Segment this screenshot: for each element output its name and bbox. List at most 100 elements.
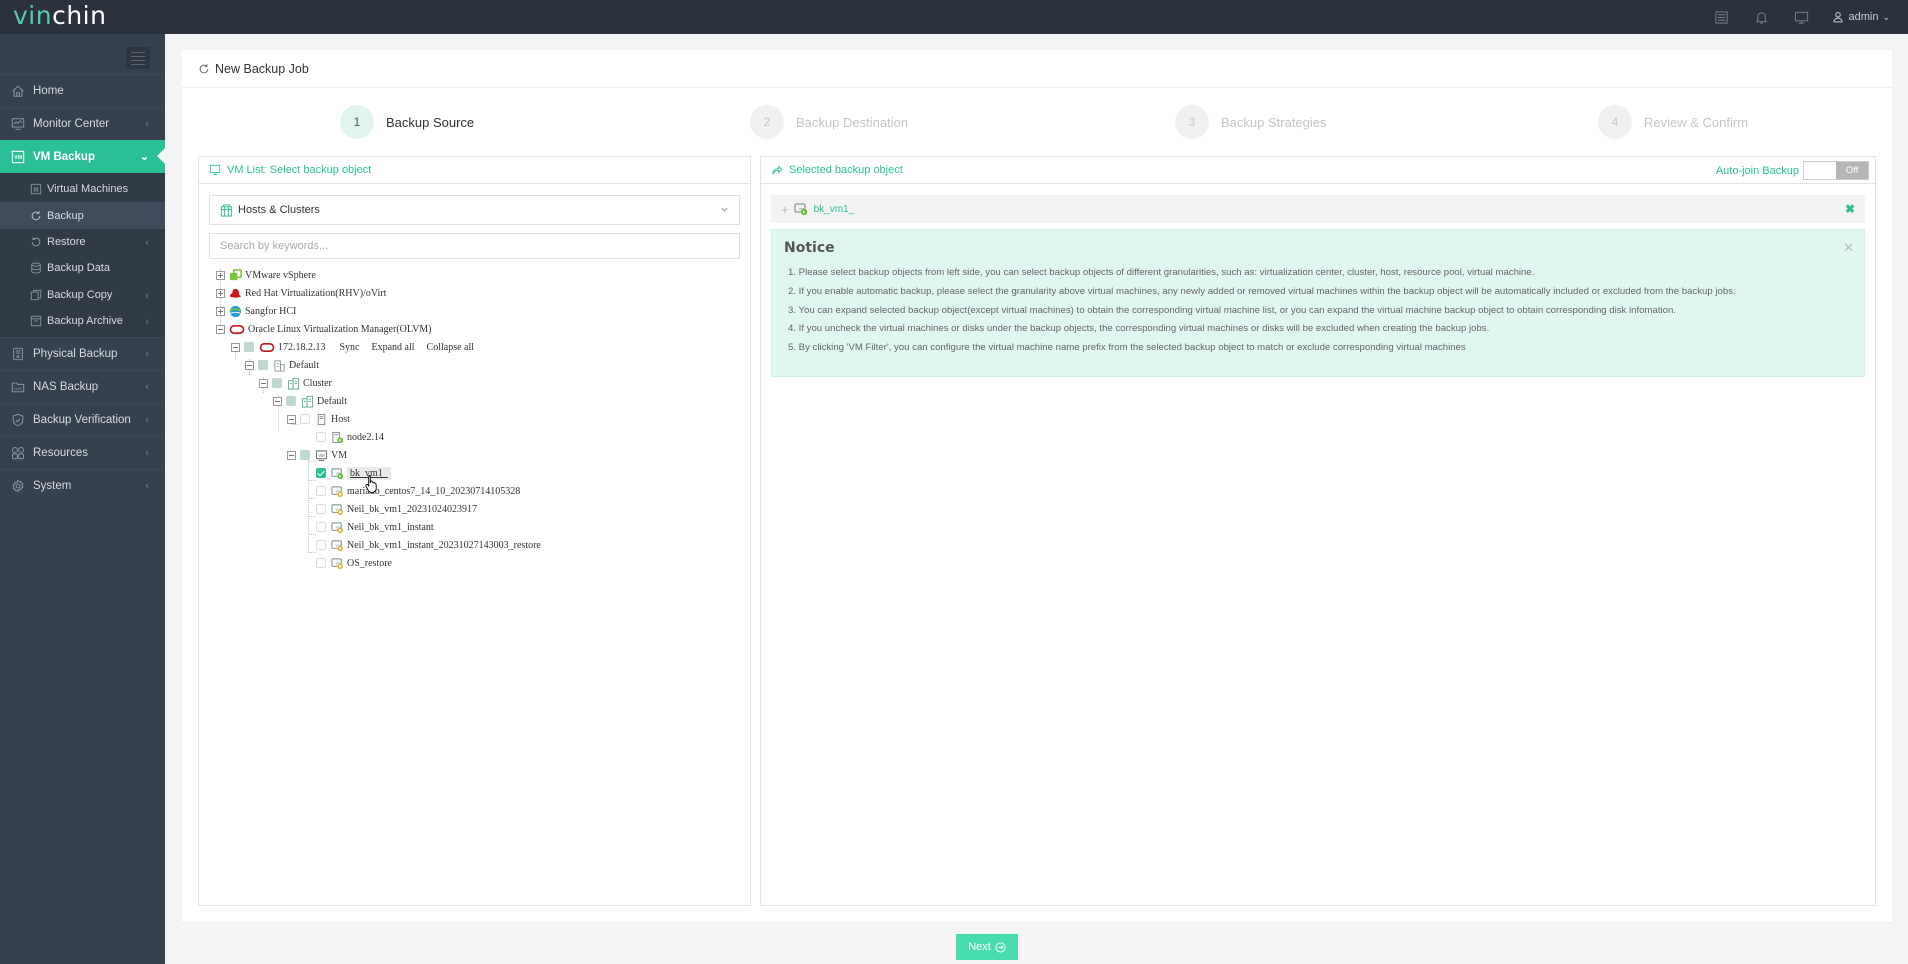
close-icon[interactable]: ✕ (1843, 240, 1854, 256)
vm-running-icon: vm (331, 467, 344, 480)
auto-join-toggle[interactable]: Off (1803, 161, 1869, 180)
bell-icon[interactable] (1752, 8, 1770, 26)
tree-checkbox[interactable] (316, 486, 326, 496)
wizard-steps: 1 Backup Source 2 Backup Destination 3 B… (182, 105, 1892, 141)
tree-checkbox[interactable] (300, 414, 310, 424)
sync-link[interactable]: Sync (340, 342, 360, 353)
collapse-toggle[interactable] (231, 342, 240, 352)
refresh-icon (30, 209, 43, 222)
chevron-left-icon: ‹ (145, 447, 149, 460)
vm-stopped-icon: vm (331, 539, 344, 552)
tree-checkbox[interactable] (244, 342, 254, 352)
nas-icon: NAS (10, 379, 26, 395)
svg-text:VM: VM (318, 452, 325, 457)
tree-node-vm: vm bk_vm1_ (316, 465, 391, 481)
tree-checkbox[interactable] (272, 378, 282, 388)
expand-toggle[interactable] (216, 270, 225, 280)
sidebar-item-backup-copy[interactable]: Backup Copy ‹ (0, 282, 165, 308)
refresh-icon (199, 63, 209, 73)
sidebar: Home Monitor Center ‹ VM VM Backup ⌄ Vir… (0, 34, 165, 964)
vm-stopped-icon: vm (331, 521, 344, 534)
sidebar-item-backup[interactable]: Backup (0, 202, 165, 229)
collapse-toggle[interactable] (259, 378, 268, 388)
list-icon[interactable] (1712, 8, 1730, 26)
tree-checkbox[interactable] (316, 558, 326, 568)
sidebar-item-resources[interactable]: Resources ‹ (0, 436, 165, 469)
sidebar-item-nas-backup[interactable]: NAS NAS Backup ‹ (0, 370, 165, 403)
tree-checkbox[interactable] (316, 504, 326, 514)
tree-checkbox[interactable] (316, 432, 326, 442)
step-backup-destination[interactable]: 2 Backup Destination (750, 105, 908, 139)
collapse-toggle[interactable] (287, 450, 296, 460)
sidebar-item-virtual-machines[interactable]: Virtual Machines (0, 176, 165, 202)
chevron-left-icon: ‹ (145, 480, 149, 493)
tree-node-vm: vm OS_restore (316, 555, 392, 571)
svg-text:VM: VM (14, 155, 23, 161)
username: admin (1848, 11, 1879, 23)
collapse-toggle[interactable] (273, 396, 282, 406)
tree-checkbox[interactable] (316, 540, 326, 550)
sidebar-item-home[interactable]: Home (0, 74, 165, 107)
selected-object-name: bk_vm1_ (813, 203, 855, 215)
next-button[interactable]: Next (956, 934, 1018, 960)
view-type-select[interactable]: Hosts & Clusters (209, 195, 740, 225)
step-backup-source[interactable]: 1 Backup Source (340, 105, 474, 139)
sangfor-icon (229, 305, 242, 318)
sidebar-item-backup-data[interactable]: Backup Data (0, 255, 165, 281)
sidebar-item-physical-backup[interactable]: Physical Backup ‹ (0, 337, 165, 370)
notice-item: 1. Please select backup objects from lef… (788, 267, 1535, 278)
vm-backup-submenu: Virtual Machines Backup Restore ‹ Backup… (0, 173, 165, 338)
notice-item: 3. You can expand selected backup object… (788, 304, 1676, 316)
collapse-toggle[interactable] (245, 360, 254, 370)
collapse-toggle[interactable] (216, 324, 225, 334)
sidebar-item-restore[interactable]: Restore ‹ (0, 229, 165, 255)
vinchin-logo[interactable]: vinchin (13, 1, 106, 30)
tree-node-vmware: VMware vSphere (216, 267, 316, 283)
shield-icon (10, 412, 26, 428)
sidebar-item-system[interactable]: System ‹ (0, 469, 165, 502)
cluster-icon (301, 395, 314, 408)
tree-node-cluster: Default (273, 393, 347, 409)
tree-checkbox[interactable] (316, 522, 326, 532)
chevron-left-icon: ‹ (145, 381, 149, 394)
sidebar-item-backup-archive[interactable]: Backup Archive ‹ (0, 308, 165, 334)
expand-toggle[interactable] (216, 306, 225, 316)
tree-node-vm: vm Neil_bk_vm1_instant (316, 519, 434, 535)
sidebar-item-monitor-center[interactable]: Monitor Center ‹ (0, 107, 165, 140)
expand-toggle[interactable] (216, 288, 225, 298)
sidebar-toggle-button[interactable] (126, 47, 150, 69)
tree-node-sangfor: Sangfor HCI (216, 303, 296, 319)
search-input[interactable] (209, 233, 740, 259)
chevron-left-icon: ‹ (145, 236, 149, 249)
main-content: New Backup Job 1 Backup Source 2 Backup … (182, 50, 1892, 964)
monitor-icon[interactable] (1792, 8, 1810, 26)
vmware-icon (229, 268, 242, 282)
oracle-icon (229, 323, 245, 336)
chevron-down-icon (721, 207, 728, 212)
user-icon (1833, 12, 1844, 23)
remove-icon[interactable]: ✖ (1845, 202, 1855, 216)
step-review-confirm[interactable]: 4 Review & Confirm (1598, 105, 1748, 139)
chevron-left-icon: ‹ (145, 289, 149, 302)
tree-node-olvm-server: 172.18.2.13 Sync Expand all Collapse all (231, 339, 474, 355)
tree-checkbox[interactable] (300, 450, 310, 460)
gear-icon (10, 478, 26, 494)
datacenter-icon (273, 359, 286, 372)
user-menu[interactable]: admin ⌄ (1832, 11, 1890, 23)
expand-plus-icon[interactable]: + (781, 202, 789, 217)
wizard-footer: Next (182, 922, 1892, 964)
tree-checkbox[interactable] (286, 396, 296, 406)
tree-checkbox[interactable] (258, 360, 268, 370)
collapse-all-link[interactable]: Collapse all (427, 342, 475, 353)
expand-all-link[interactable]: Expand all (372, 342, 415, 353)
tree-checkbox[interactable] (316, 468, 326, 478)
notice-item: 5. By clicking 'VM Filter', you can conf… (788, 342, 1466, 354)
sidebar-item-backup-verification[interactable]: Backup Verification ‹ (0, 403, 165, 436)
collapse-toggle[interactable] (287, 414, 296, 424)
selected-object-row: + vm bk_vm1_ ✖ (771, 195, 1865, 223)
host-running-icon (331, 431, 344, 444)
server-icon (10, 346, 26, 362)
vm-list-icon (30, 183, 43, 196)
sidebar-item-vm-backup[interactable]: VM VM Backup ⌄ (0, 140, 165, 173)
step-backup-strategies[interactable]: 3 Backup Strategies (1175, 105, 1327, 139)
